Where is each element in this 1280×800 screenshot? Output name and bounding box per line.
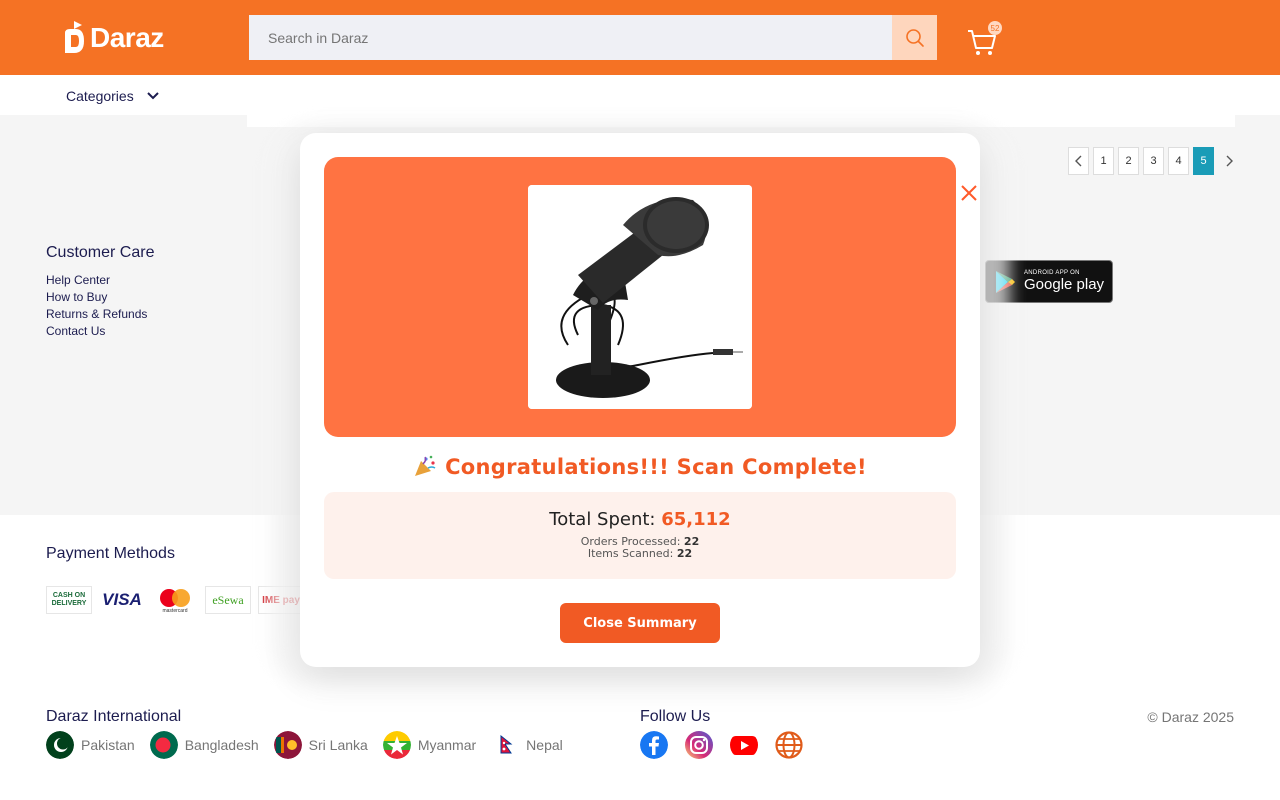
- spending-summary: Total Spent: 65,112 Orders Processed: 22…: [324, 492, 956, 579]
- product-image: [528, 185, 752, 409]
- microphone-image-icon: [528, 185, 752, 409]
- items-scanned-label: Items Scanned:: [587, 547, 674, 560]
- close-icon[interactable]: [959, 183, 979, 203]
- party-popper-icon: [415, 455, 436, 476]
- total-spent: Total Spent: 65,112: [324, 509, 956, 530]
- modal-hero: [324, 157, 977, 437]
- total-spent-label: Total Spent:: [549, 509, 656, 530]
- congratulations-heading: Congratulations!!! Scan Complete!: [300, 455, 980, 479]
- items-scanned: Items Scanned: 22: [324, 548, 956, 560]
- scan-summary-modal: Congratulations!!! Scan Complete! Total …: [300, 133, 980, 667]
- items-scanned-value: 22: [676, 547, 693, 560]
- total-spent-value: 65,112: [661, 509, 731, 530]
- close-summary-button[interactable]: Close Summary: [560, 603, 720, 643]
- congratulations-text: Congratulations!!! Scan Complete!: [445, 455, 867, 479]
